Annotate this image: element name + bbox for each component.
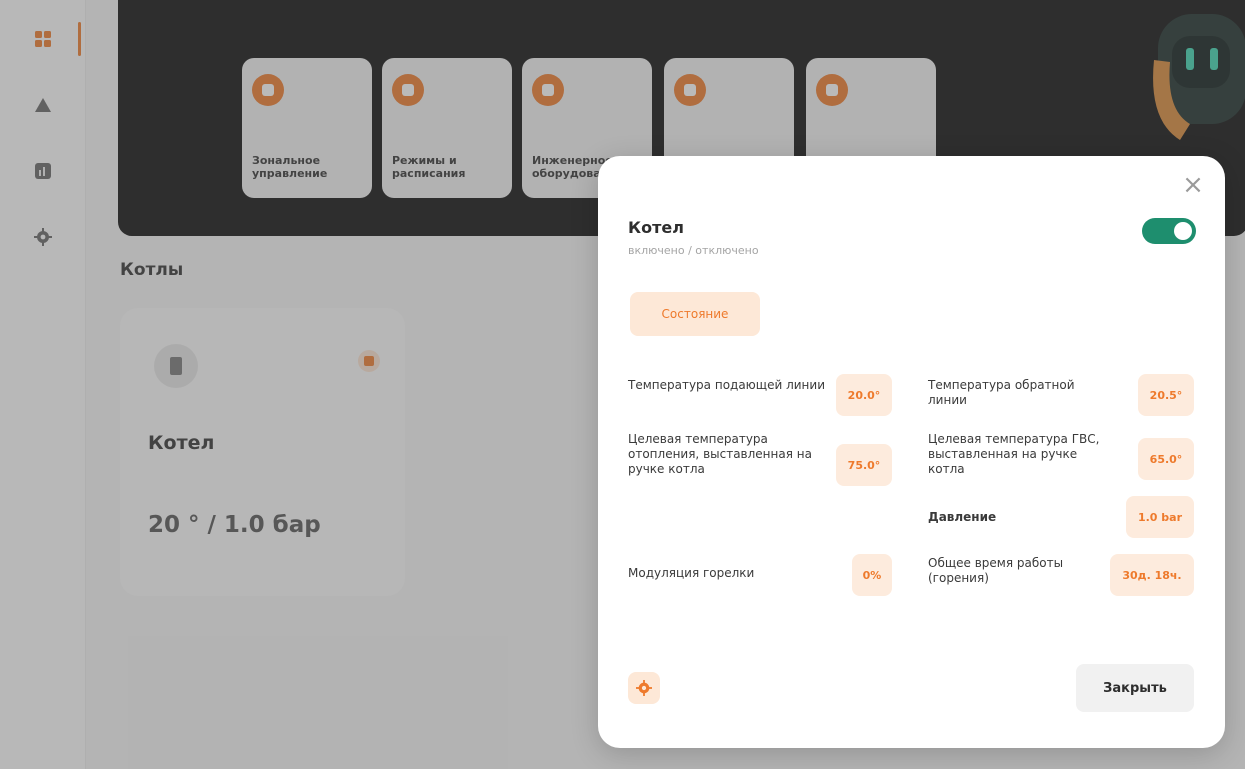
app-background: Зональное управление Режимы и расписания… <box>0 0 1245 769</box>
param-target-heating-value: 75.0° <box>836 444 892 486</box>
param-return-temp-value: 20.5° <box>1138 374 1194 416</box>
param-supply-temp-value: 20.0° <box>836 374 892 416</box>
modal-settings-button[interactable] <box>628 672 660 704</box>
tab-state[interactable]: Состояние <box>630 292 760 336</box>
param-target-dhw-label: Целевая температура ГВС, выставленная на… <box>928 432 1100 476</box>
boiler-modal: × Котел включено / отключено Состояние Т… <box>598 156 1225 748</box>
gear-icon <box>636 680 652 696</box>
modal-title: Котел <box>628 218 684 237</box>
param-pressure-value: 1.0 bar <box>1126 496 1194 538</box>
param-target-heating-label: Целевая температура отопления, выставлен… <box>628 432 812 476</box>
param-modulation-label: Модуляция горелки <box>628 566 755 580</box>
param-modulation-value: 0% <box>852 554 892 596</box>
toggle-knob <box>1174 222 1192 240</box>
close-icon[interactable]: × <box>1180 172 1206 198</box>
param-target-dhw-value: 65.0° <box>1138 438 1194 480</box>
close-button[interactable]: Закрыть <box>1076 664 1194 712</box>
param-return-temp-label: Температура обратной линии <box>928 378 1075 407</box>
param-runtime-label: Общее время работы (горения) <box>928 556 1064 585</box>
param-supply-temp-label: Температура подающей линии <box>628 378 825 392</box>
param-pressure-label: Давление <box>928 510 997 524</box>
power-toggle[interactable] <box>1142 218 1196 244</box>
param-runtime-value: 30д. 18ч. <box>1110 554 1194 596</box>
modal-subtitle: включено / отключено <box>628 244 759 257</box>
